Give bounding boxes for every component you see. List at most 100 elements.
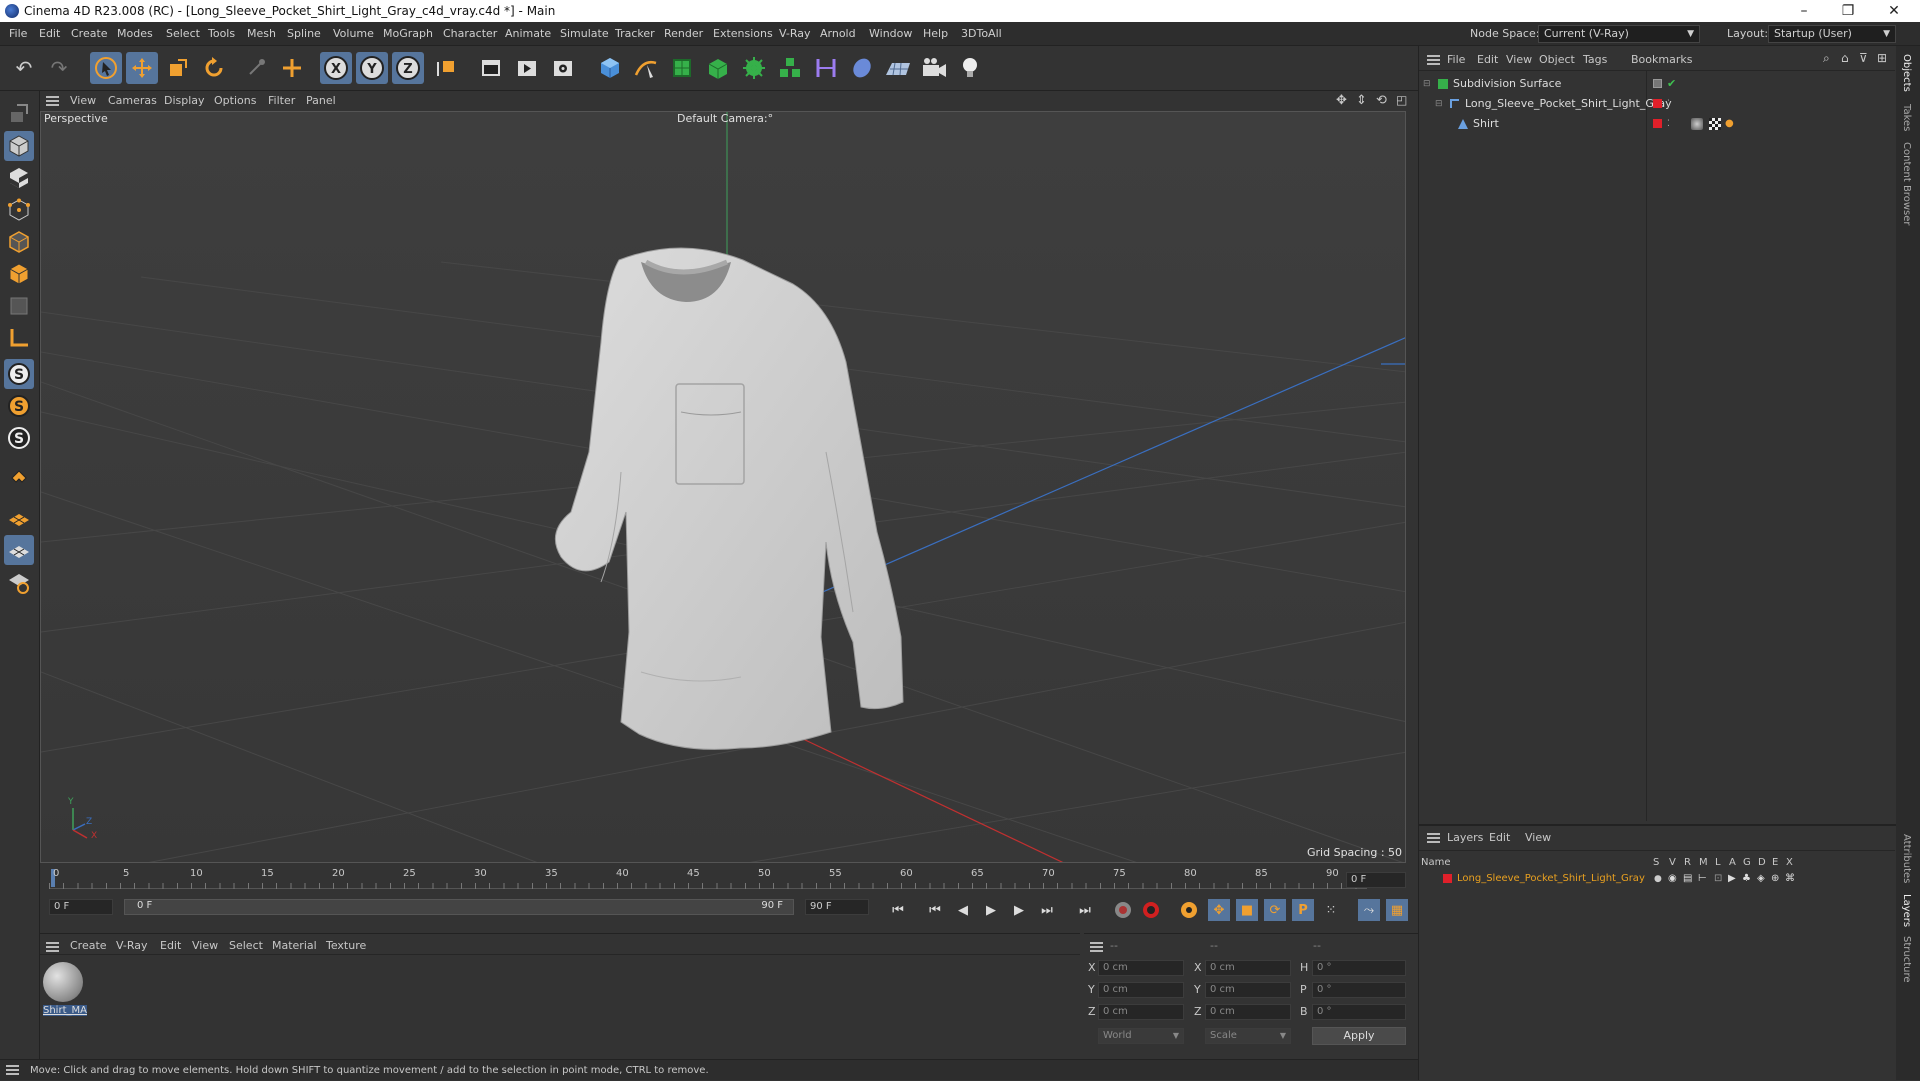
rot-p-field[interactable]: 0 °	[1312, 982, 1406, 998]
light-button[interactable]	[954, 52, 986, 84]
menu-spline[interactable]: Spline	[287, 22, 321, 46]
go-to-start-button[interactable]: ⏮	[887, 899, 909, 921]
new-window-icon[interactable]: ⊞	[1877, 51, 1887, 65]
material-menu-texture[interactable]: Texture	[326, 939, 366, 952]
spline-pen-button[interactable]	[630, 52, 662, 84]
layers-menu-edit[interactable]: Edit	[1489, 831, 1510, 844]
xref-icon[interactable]: ⌘	[1785, 870, 1795, 888]
rot-b-field[interactable]: 0 °	[1312, 1004, 1406, 1020]
menu-volume[interactable]: Volume	[333, 22, 374, 46]
render-icon[interactable]: ▤	[1683, 870, 1692, 888]
axis-mode-button[interactable]	[4, 323, 34, 353]
layer-color-icon[interactable]	[1653, 119, 1662, 128]
menu-vray[interactable]: V-Ray	[779, 22, 811, 46]
model-mode-button[interactable]	[4, 131, 34, 161]
collapse-icon[interactable]: ⊟	[1423, 74, 1431, 94]
field-button[interactable]	[846, 52, 878, 84]
phong-tag-icon[interactable]: ●	[1725, 114, 1734, 134]
layer-color-icon[interactable]	[1653, 99, 1662, 108]
viewport-maximize-icon[interactable]: ◰	[1396, 93, 1407, 107]
cube-primitive-button[interactable]	[594, 52, 626, 84]
home-icon[interactable]: ⌂	[1841, 51, 1849, 65]
material-menu-select[interactable]: Select	[229, 939, 263, 952]
render-to-picture-viewer-button[interactable]	[511, 52, 543, 84]
menu-edit[interactable]: Edit	[39, 22, 60, 46]
previous-key-button[interactable]: ⏮	[924, 899, 946, 921]
size-z-field[interactable]: 0 cm	[1205, 1004, 1291, 1020]
redo-button[interactable]: ↷	[43, 52, 75, 84]
maximize-button[interactable]: ❐	[1826, 0, 1870, 22]
viewport-rotate-icon[interactable]: ⟲	[1376, 93, 1387, 108]
material-menu-view[interactable]: View	[192, 939, 218, 952]
visibility-dots-icon[interactable]: ⁚	[1667, 94, 1670, 114]
layer-row[interactable]: Long_Sleeve_Pocket_Shirt_Light_Gray ● ◉ …	[1419, 870, 1895, 888]
objects-menu-tags[interactable]: Tags	[1583, 53, 1607, 66]
snap-enable-button[interactable]: S	[4, 359, 34, 389]
rotate-tool-button[interactable]	[198, 52, 230, 84]
recent-tool-button[interactable]	[240, 52, 272, 84]
start-frame-field[interactable]: 0 F	[49, 899, 113, 915]
end-frame-field[interactable]: 90 F	[805, 899, 869, 915]
move-tool-button[interactable]	[126, 52, 158, 84]
enabled-check-icon[interactable]: ✔	[1667, 74, 1676, 94]
object-row-group[interactable]: ⊟ Long_Sleeve_Pocket_Shirt_Light_Gray ⁚	[1419, 94, 1895, 114]
viewport-pan-icon[interactable]: ✥	[1336, 93, 1347, 108]
uv-mode-button[interactable]	[4, 291, 34, 321]
objects-menu-view[interactable]: View	[1506, 53, 1532, 66]
coordinate-system-button[interactable]	[276, 52, 308, 84]
viewport-menu-view[interactable]: View	[70, 94, 96, 107]
undo-button[interactable]: ↶	[8, 52, 40, 84]
play-button[interactable]: ▶	[980, 899, 1002, 921]
timeline-window-button[interactable]: ▦	[1386, 899, 1408, 921]
material-hamburger-icon[interactable]	[46, 942, 59, 952]
visible-eye-icon[interactable]: ◉	[1668, 870, 1677, 888]
animation-icon[interactable]: ▶	[1728, 870, 1736, 888]
menu-character[interactable]: Character	[443, 22, 497, 46]
node-space-dropdown[interactable]: Current (V-Ray) ▼	[1538, 25, 1700, 43]
y-axis-lock-button[interactable]: Y	[356, 52, 388, 84]
workplane-lock-button[interactable]	[4, 567, 34, 597]
menu-mograph[interactable]: MoGraph	[383, 22, 433, 46]
viewport-hamburger-icon[interactable]	[46, 96, 59, 106]
next-frame-button[interactable]: ▶	[1008, 899, 1030, 921]
status-hamburger-icon[interactable]	[6, 1065, 19, 1075]
viewport-menu-options[interactable]: Options	[214, 94, 256, 107]
object-row-subdivision[interactable]: ⊟ Subdivision Surface ✔	[1419, 74, 1895, 94]
menu-arnold[interactable]: Arnold	[820, 22, 856, 46]
menu-mesh[interactable]: Mesh	[247, 22, 276, 46]
manager-icon[interactable]: ⊢	[1698, 870, 1707, 888]
layer-tag-icon[interactable]	[1653, 79, 1662, 88]
tweak-mode-button[interactable]	[4, 463, 34, 493]
keyframe-selection-button[interactable]	[1178, 899, 1200, 921]
tab-content-browser[interactable]: Content Browser	[1901, 142, 1912, 225]
viewport-menu-display[interactable]: Display	[164, 94, 205, 107]
close-button[interactable]: ✕	[1872, 0, 1916, 22]
viewport-menu-filter[interactable]: Filter	[268, 94, 295, 107]
menu-render[interactable]: Render	[664, 22, 703, 46]
menu-window[interactable]: Window	[869, 22, 912, 46]
render-settings-button[interactable]	[547, 52, 579, 84]
edge-mode-button[interactable]	[4, 227, 34, 257]
key-pla-button[interactable]: ⁙	[1320, 899, 1342, 921]
menu-tools[interactable]: Tools	[208, 22, 235, 46]
size-y-field[interactable]: 0 cm	[1205, 982, 1291, 998]
snap-settings-button[interactable]: S	[4, 391, 34, 421]
objects-menu-object[interactable]: Object	[1539, 53, 1575, 66]
render-view-button[interactable]	[475, 52, 507, 84]
deformer-button[interactable]	[810, 52, 842, 84]
extrude-generator-button[interactable]	[702, 52, 734, 84]
key-position-button[interactable]: ✥	[1208, 899, 1230, 921]
menu-create[interactable]: Create	[71, 22, 108, 46]
z-axis-lock-button[interactable]: Z	[392, 52, 424, 84]
subdivision-surface-button[interactable]	[666, 52, 698, 84]
coordinate-space-dropdown[interactable]: World ▼	[1098, 1028, 1184, 1044]
expressions-icon[interactable]: ⊕	[1771, 870, 1779, 888]
world-coordinates-button[interactable]	[430, 52, 462, 84]
minimize-button[interactable]: –	[1782, 0, 1826, 22]
objects-menu-bookmarks[interactable]: Bookmarks	[1631, 53, 1692, 66]
tab-structure[interactable]: Structure	[1901, 936, 1912, 983]
tab-layers[interactable]: Layers	[1901, 894, 1912, 927]
solo-icon[interactable]: ●	[1654, 870, 1662, 888]
material-menu-create[interactable]: Create	[70, 939, 107, 952]
menu-extensions[interactable]: Extensions	[713, 22, 773, 46]
